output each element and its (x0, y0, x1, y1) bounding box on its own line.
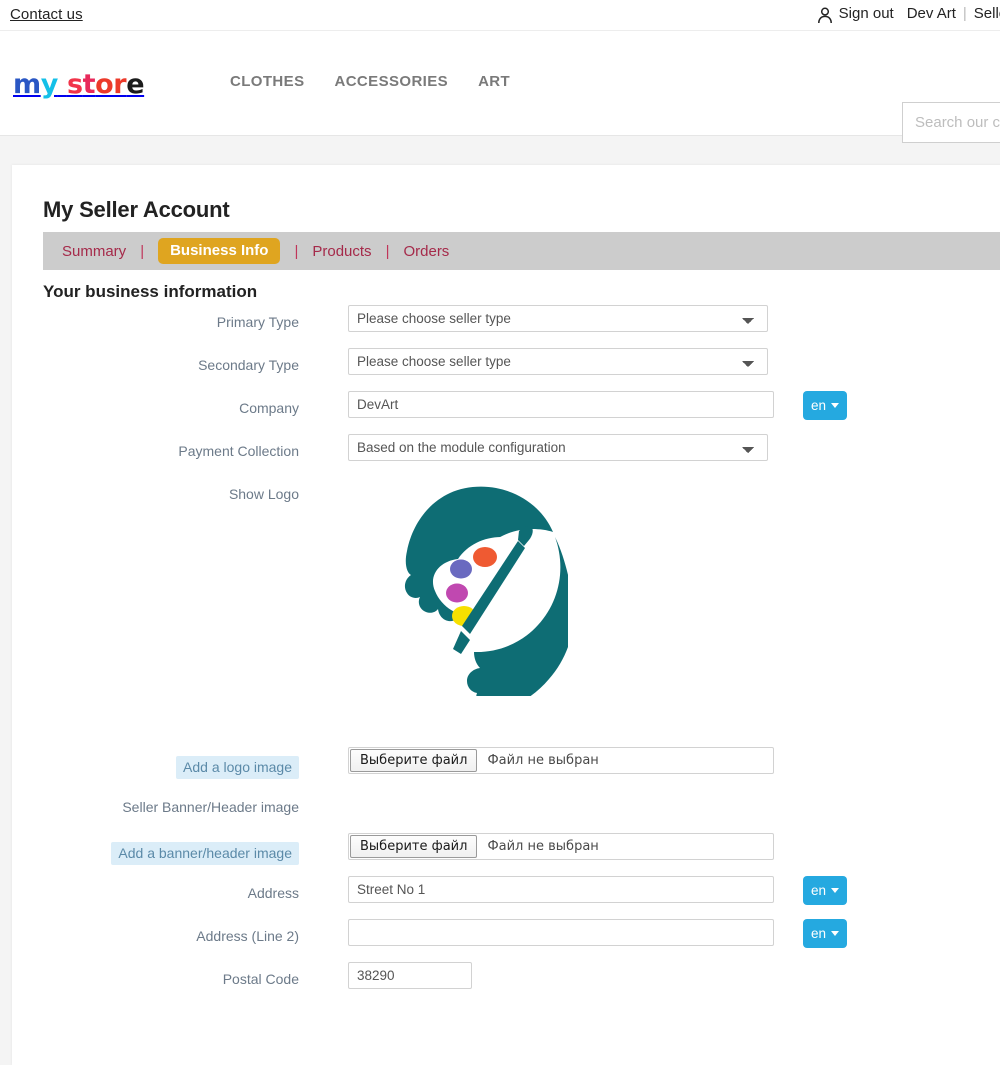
address-line2-language-label: en (810, 926, 827, 941)
logo-file-input[interactable]: Выберите файл Файл не выбран (348, 747, 774, 774)
field-row-primary-type: Primary Type Please choose seller type (12, 305, 1000, 348)
top-account-links: Sign out Dev Art | Seller Sig (817, 5, 1000, 24)
banner-file-input[interactable]: Выберите файл Файл не выбран (348, 833, 774, 860)
banner-file-status: Файл не выбран (487, 839, 599, 854)
account-tabs: Summary | Business Info | Products | Ord… (43, 232, 1000, 270)
tab-orders[interactable]: Orders (403, 243, 449, 260)
main-navigation: CLOTHES ACCESSORIES ART (230, 73, 510, 90)
logo-file-status: Файл не выбран (487, 753, 599, 768)
company-input[interactable] (348, 391, 774, 418)
field-row-address: Address en (12, 876, 1000, 919)
tab-products[interactable]: Products (312, 243, 371, 260)
logo-part-6: e (126, 69, 145, 100)
paint-dot-orange (473, 547, 497, 567)
logo-choose-file-button[interactable]: Выберите файл (350, 749, 478, 772)
postal-code-input[interactable] (348, 962, 472, 989)
nav-item-art[interactable]: ART (478, 73, 510, 90)
tab-separator-2: | (294, 242, 299, 260)
logo-part-2: y (40, 69, 59, 100)
field-row-add-logo-image: Add a logo image Выберите файл Файл не в… (12, 747, 1000, 790)
tab-business-info[interactable]: Business Info (158, 238, 281, 264)
tab-separator-3: | (385, 242, 390, 260)
seller-logo-image (398, 481, 575, 709)
company-language-label: en (810, 398, 827, 413)
field-row-address-line2: Address (Line 2) en (12, 919, 1000, 962)
address-label: Address (247, 885, 299, 901)
seller-banner-label: Seller Banner/Header image (122, 799, 299, 815)
paint-dot-magenta (446, 583, 468, 603)
address-language-label: en (810, 883, 827, 898)
chevron-down-icon (831, 931, 840, 936)
banner-choose-file-button[interactable]: Выберите файл (350, 835, 478, 858)
section-title: Your business information (43, 282, 258, 301)
field-row-seller-banner: Seller Banner/Header image (12, 790, 1000, 833)
nav-item-clothes[interactable]: CLOTHES (230, 73, 304, 90)
logo-part-5: or (95, 69, 127, 100)
primary-type-label: Primary Type (216, 314, 299, 330)
address-line2-language-button[interactable]: en (803, 919, 847, 948)
person-icon (817, 7, 833, 24)
field-row-show-logo: Show Logo (12, 477, 1000, 747)
secondary-type-label: Secondary Type (198, 357, 299, 373)
topbar-separator: | (962, 5, 967, 22)
site-header: my store CLOTHES ACCESSORIES ART (0, 31, 1000, 143)
field-row-add-banner-image: Add a banner/header image Выберите файл … (12, 833, 1000, 876)
search-input[interactable] (902, 102, 1000, 143)
chevron-down-icon (831, 888, 840, 893)
address-input[interactable] (348, 876, 774, 903)
sign-out-link[interactable]: Sign out (839, 5, 894, 22)
site-logo[interactable]: my store (13, 69, 145, 100)
company-label: Company (239, 400, 299, 416)
logo-part-3: s (66, 69, 83, 100)
seller-signup-link[interactable]: Seller Sig (974, 5, 1000, 22)
logo-part-1: m (13, 69, 41, 100)
paint-dot-purple (450, 559, 472, 579)
contact-us-link[interactable]: Contact us (10, 6, 83, 23)
primary-type-select[interactable]: Please choose seller type (348, 305, 768, 332)
field-row-company: Company en (12, 391, 1000, 434)
secondary-type-select[interactable]: Please choose seller type (348, 348, 768, 375)
seller-account-card: My Seller Account Summary | Business Inf… (12, 165, 1000, 1065)
add-banner-image-label: Add a banner/header image (12, 842, 299, 865)
show-logo-label: Show Logo (228, 486, 299, 502)
top-utility-bar: Contact us Sign out Dev Art | Seller Sig (0, 0, 1000, 31)
field-row-payment-collection: Payment Collection Based on the module c… (12, 434, 1000, 477)
tab-summary[interactable]: Summary (62, 243, 126, 260)
field-row-postal-code: Postal Code (12, 962, 1000, 1005)
business-info-form: Primary Type Please choose seller type S… (12, 305, 1000, 1005)
add-logo-image-label-text: Add a logo image (176, 756, 299, 779)
payment-collection-select[interactable]: Based on the module configuration (348, 434, 768, 461)
chevron-down-icon (831, 403, 840, 408)
address-line2-input[interactable] (348, 919, 774, 946)
address-language-button[interactable]: en (803, 876, 847, 905)
add-banner-image-label-text: Add a banner/header image (111, 842, 299, 865)
company-language-button[interactable]: en (803, 391, 847, 420)
add-logo-image-label: Add a logo image (12, 756, 299, 779)
postal-code-label: Postal Code (222, 971, 299, 987)
tab-separator-1: | (140, 242, 145, 260)
page-title: My Seller Account (43, 197, 230, 222)
logo-part-4: t (82, 69, 96, 100)
account-name-link[interactable]: Dev Art (907, 5, 956, 22)
nav-item-accessories[interactable]: ACCESSORIES (334, 73, 448, 90)
field-row-secondary-type: Secondary Type Please choose seller type (12, 348, 1000, 391)
address-line2-label: Address (Line 2) (196, 928, 299, 944)
payment-collection-label: Payment Collection (178, 443, 299, 459)
